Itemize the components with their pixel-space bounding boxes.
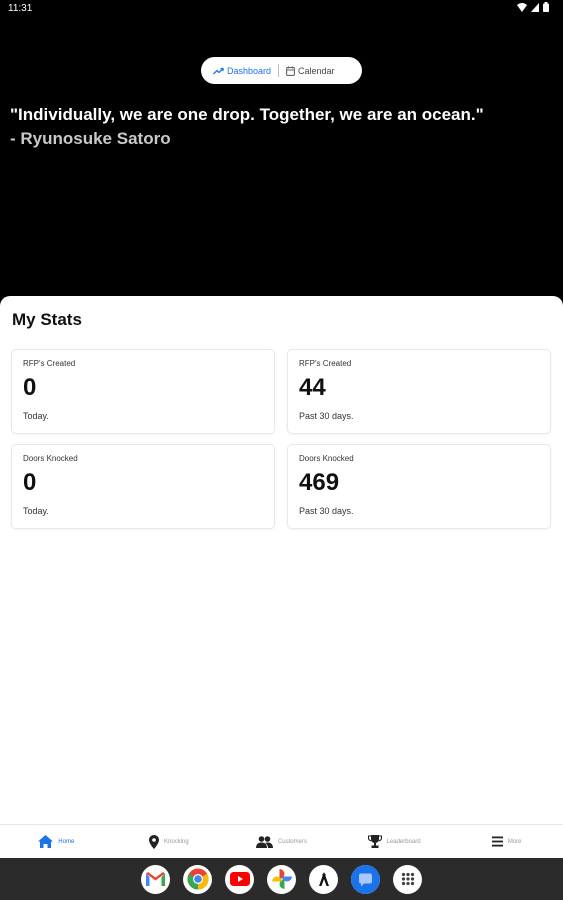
stat-value: 469 — [299, 469, 340, 496]
wifi-icon — [517, 2, 527, 12]
dashboard-tab-label: Dashboard — [227, 65, 272, 76]
view-toggle: Dashboard Calendar — [201, 57, 362, 84]
nav-more[interactable]: More — [450, 825, 563, 858]
stat-card-doors-30-days[interactable]: Doors Knocked 469 Past 30 days. — [287, 444, 551, 529]
status-time: 11:31 — [8, 3, 33, 14]
people-icon — [255, 835, 273, 848]
calendar-icon — [286, 65, 295, 76]
map-pin-icon — [149, 834, 160, 849]
photos-icon[interactable] — [267, 864, 296, 894]
signal-icon — [531, 2, 539, 12]
nav-label: Home — [58, 838, 75, 845]
chrome-icon[interactable] — [183, 864, 212, 894]
stat-card-rfps-30-days[interactable]: RFP's Created 44 Past 30 days. — [287, 349, 551, 434]
stat-value: 0 — [23, 374, 37, 401]
stat-period: Today. — [23, 411, 49, 421]
stats-sheet: My Stats RFP's Created 0 Today. RFP's Cr… — [0, 296, 563, 824]
stat-period: Today. — [23, 506, 49, 516]
quote-text: "Individually, we are one drop. Together… — [10, 105, 484, 124]
trophy-icon — [367, 835, 382, 848]
battery-icon — [543, 2, 549, 12]
nav-home[interactable]: Home — [0, 825, 113, 858]
nav-label: Leaderboard — [386, 838, 421, 845]
quote-block: "Individually, we are one drop. Together… — [10, 103, 550, 151]
stat-period: Past 30 days. — [299, 506, 354, 516]
nav-label: More — [507, 838, 522, 845]
calendar-tab-label: Calendar — [298, 65, 335, 76]
stat-period: Past 30 days. — [299, 411, 354, 421]
app-drawer-icon[interactable] — [393, 864, 422, 894]
gmail-icon[interactable] — [141, 864, 170, 894]
dashboard-tab[interactable]: Dashboard — [213, 66, 271, 76]
stat-card-doors-today[interactable]: Doors Knocked 0 Today. — [11, 444, 275, 529]
status-bar: 11:31 — [0, 0, 563, 18]
menu-icon — [491, 836, 503, 847]
stat-value: 44 — [299, 374, 326, 401]
system-dock — [0, 858, 563, 900]
toggle-divider — [278, 64, 280, 77]
quote-author: - Ryunosuke Satoro — [10, 129, 171, 148]
app-icon[interactable] — [309, 864, 338, 894]
stat-card-rfps-today[interactable]: RFP's Created 0 Today. — [11, 349, 275, 434]
nav-knocking[interactable]: Knocking — [113, 825, 226, 858]
trending-up-icon — [213, 67, 224, 74]
youtube-icon[interactable] — [225, 864, 254, 894]
nav-customers[interactable]: Customers — [225, 825, 338, 858]
stat-label: Doors Knocked — [23, 454, 78, 463]
stats-title: My Stats — [12, 310, 82, 329]
nav-label: Knocking — [164, 838, 189, 845]
nav-label: Customers — [277, 838, 307, 845]
status-icons — [517, 2, 549, 12]
stat-label: RFP's Created — [299, 359, 352, 368]
messages-icon[interactable] — [351, 864, 380, 894]
calendar-tab[interactable]: Calendar — [286, 66, 335, 76]
stat-value: 0 — [23, 469, 37, 496]
bottom-nav: Home Knocking Customers Leaderboard More — [0, 824, 563, 858]
home-icon — [38, 835, 54, 848]
nav-leaderboard[interactable]: Leaderboard — [338, 825, 451, 858]
stat-label: Doors Knocked — [299, 454, 354, 463]
stat-label: RFP's Created — [23, 359, 76, 368]
